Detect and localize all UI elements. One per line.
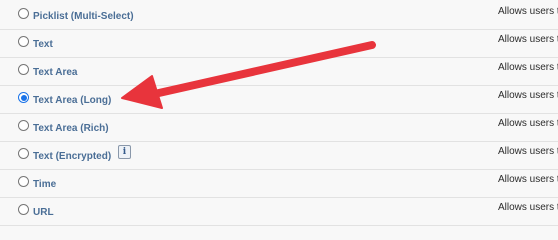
field-type-label[interactable]: Picklist (Multi-Select) xyxy=(33,11,134,22)
field-type-row-text-encrypted[interactable]: Text (Encrypted) i Allows users t xyxy=(0,142,558,170)
field-type-row-text-area-long[interactable]: Text Area (Long) Allows users t xyxy=(0,86,558,114)
field-type-row-text-area[interactable]: Text Area Allows users t xyxy=(0,58,558,86)
field-type-description: Allows users t xyxy=(498,118,558,129)
field-type-row-text-area-rich[interactable]: Text Area (Rich) Allows users t xyxy=(0,114,558,142)
field-type-row-picklist-multi-select[interactable]: Picklist (Multi-Select) Allows users t xyxy=(0,2,558,30)
radio-picklist-multi-select[interactable] xyxy=(18,8,29,19)
field-type-label[interactable]: Text (Encrypted) xyxy=(33,151,111,162)
field-type-row-time[interactable]: Time Allows users t xyxy=(0,170,558,198)
field-type-description: Allows users t xyxy=(498,90,558,101)
field-type-description: Allows users t xyxy=(498,6,558,17)
field-type-label[interactable]: Text Area (Long) xyxy=(33,95,111,106)
field-type-label[interactable]: Time xyxy=(33,179,56,190)
field-type-description: Allows users t xyxy=(498,34,558,45)
radio-text-area[interactable] xyxy=(18,64,29,75)
field-type-description: Allows users t xyxy=(498,202,558,213)
field-type-label[interactable]: Text xyxy=(33,39,53,50)
radio-text[interactable] xyxy=(18,36,29,47)
field-type-description: Allows users t xyxy=(498,174,558,185)
field-type-label[interactable]: URL xyxy=(33,207,54,218)
field-type-row-url[interactable]: URL Allows users t xyxy=(0,198,558,226)
field-type-label[interactable]: Text Area (Rich) xyxy=(33,123,109,134)
field-type-label[interactable]: Text Area xyxy=(33,67,77,78)
radio-text-area-rich[interactable] xyxy=(18,120,29,131)
radio-text-area-long[interactable] xyxy=(18,92,29,103)
field-type-description: Allows users t xyxy=(498,62,558,73)
radio-text-encrypted[interactable] xyxy=(18,148,29,159)
field-type-description: Allows users t xyxy=(498,146,558,157)
radio-time[interactable] xyxy=(18,176,29,187)
radio-url[interactable] xyxy=(18,204,29,215)
info-icon[interactable]: i xyxy=(118,145,131,159)
field-type-row-text[interactable]: Text Allows users t xyxy=(0,30,558,58)
